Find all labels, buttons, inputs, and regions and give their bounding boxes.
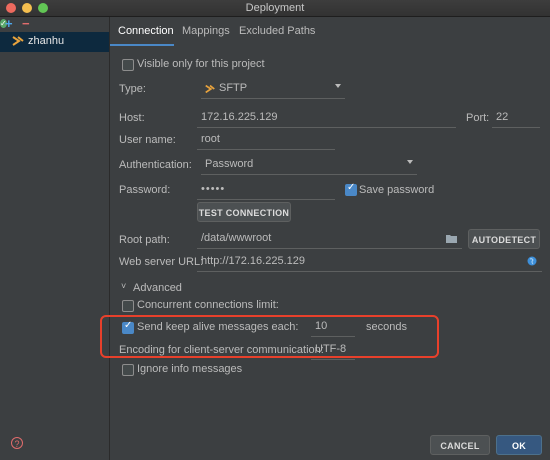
help-icon[interactable]: ? bbox=[11, 437, 23, 449]
web-server-url-input[interactable]: http://172.16.225.129 bbox=[197, 253, 542, 272]
advanced-header[interactable]: Advanced bbox=[133, 282, 182, 294]
port-input[interactable]: 22 bbox=[492, 109, 540, 128]
remove-server-icon[interactable]: − bbox=[22, 17, 30, 31]
visible-only-label: Visible only for this project bbox=[137, 58, 265, 70]
port-value: 22 bbox=[496, 111, 509, 123]
username-input[interactable]: root bbox=[197, 131, 335, 150]
sftp-server-icon bbox=[12, 36, 24, 46]
tab-bar: Connection Mappings Excluded Paths bbox=[110, 17, 550, 45]
server-name: zhanhu bbox=[28, 35, 65, 47]
root-path-input[interactable]: /data/wwwroot bbox=[197, 230, 462, 249]
server-list-pane: + − ✓ zhanhu bbox=[0, 17, 110, 460]
active-tab-indicator bbox=[110, 44, 174, 46]
password-label: Password: bbox=[119, 184, 171, 196]
tab-excluded-paths[interactable]: Excluded Paths bbox=[239, 25, 315, 37]
concurrent-connections-label: Concurrent connections limit: bbox=[137, 299, 279, 311]
sftp-icon bbox=[205, 84, 215, 94]
host-input[interactable]: 172.16.225.129 bbox=[197, 109, 456, 128]
server-list-toolbar: + − ✓ bbox=[0, 17, 109, 31]
authentication-value: Password bbox=[205, 158, 254, 170]
chevron-down-icon bbox=[335, 84, 341, 88]
globe-icon[interactable] bbox=[527, 256, 537, 266]
chevron-down-icon[interactable]: ˅ bbox=[121, 281, 126, 291]
web-server-url-label: Web server URL: bbox=[119, 256, 204, 268]
web-server-url-value: http://172.16.225.129 bbox=[201, 255, 305, 267]
chevron-down-icon bbox=[407, 160, 413, 164]
title-bar: Deployment bbox=[0, 0, 550, 17]
port-label: Port: bbox=[466, 112, 490, 124]
test-connection-button[interactable]: TEST CONNECTION bbox=[197, 202, 291, 222]
host-label: Host: bbox=[119, 112, 145, 124]
autodetect-button[interactable]: AUTODETECT bbox=[468, 229, 540, 249]
host-value: 172.16.225.129 bbox=[201, 111, 278, 123]
ignore-info-checkbox[interactable] bbox=[122, 364, 134, 376]
ignore-info-label: Ignore info messages bbox=[137, 363, 243, 375]
concurrent-connections-checkbox[interactable] bbox=[122, 300, 134, 312]
password-value: ••••• bbox=[201, 183, 226, 195]
ok-button[interactable]: OK bbox=[496, 435, 542, 455]
add-server-icon[interactable]: + bbox=[5, 17, 13, 31]
window-title: Deployment bbox=[245, 2, 305, 14]
username-label: User name: bbox=[119, 134, 176, 146]
authentication-label: Authentication: bbox=[119, 159, 192, 171]
save-password-checkbox[interactable] bbox=[345, 182, 357, 196]
visible-only-checkbox[interactable] bbox=[122, 59, 134, 71]
password-input[interactable]: ••••• bbox=[197, 181, 335, 200]
root-path-label: Root path: bbox=[119, 234, 170, 246]
authentication-dropdown[interactable]: Password bbox=[201, 156, 417, 175]
save-password-label: Save password bbox=[359, 184, 435, 196]
type-dropdown[interactable]: SFTP bbox=[201, 80, 345, 99]
tab-mappings[interactable]: Mappings bbox=[182, 25, 230, 37]
username-value: root bbox=[201, 133, 220, 145]
highlight-annotation bbox=[100, 315, 439, 358]
folder-icon[interactable] bbox=[446, 234, 457, 243]
tab-connection[interactable]: Connection bbox=[118, 25, 174, 37]
server-item-zhanhu[interactable]: zhanhu bbox=[0, 32, 109, 52]
cancel-button[interactable]: CANCEL bbox=[430, 435, 490, 455]
type-label: Type: bbox=[119, 83, 146, 95]
type-value: SFTP bbox=[219, 82, 248, 94]
root-path-value: /data/wwwroot bbox=[201, 232, 272, 244]
